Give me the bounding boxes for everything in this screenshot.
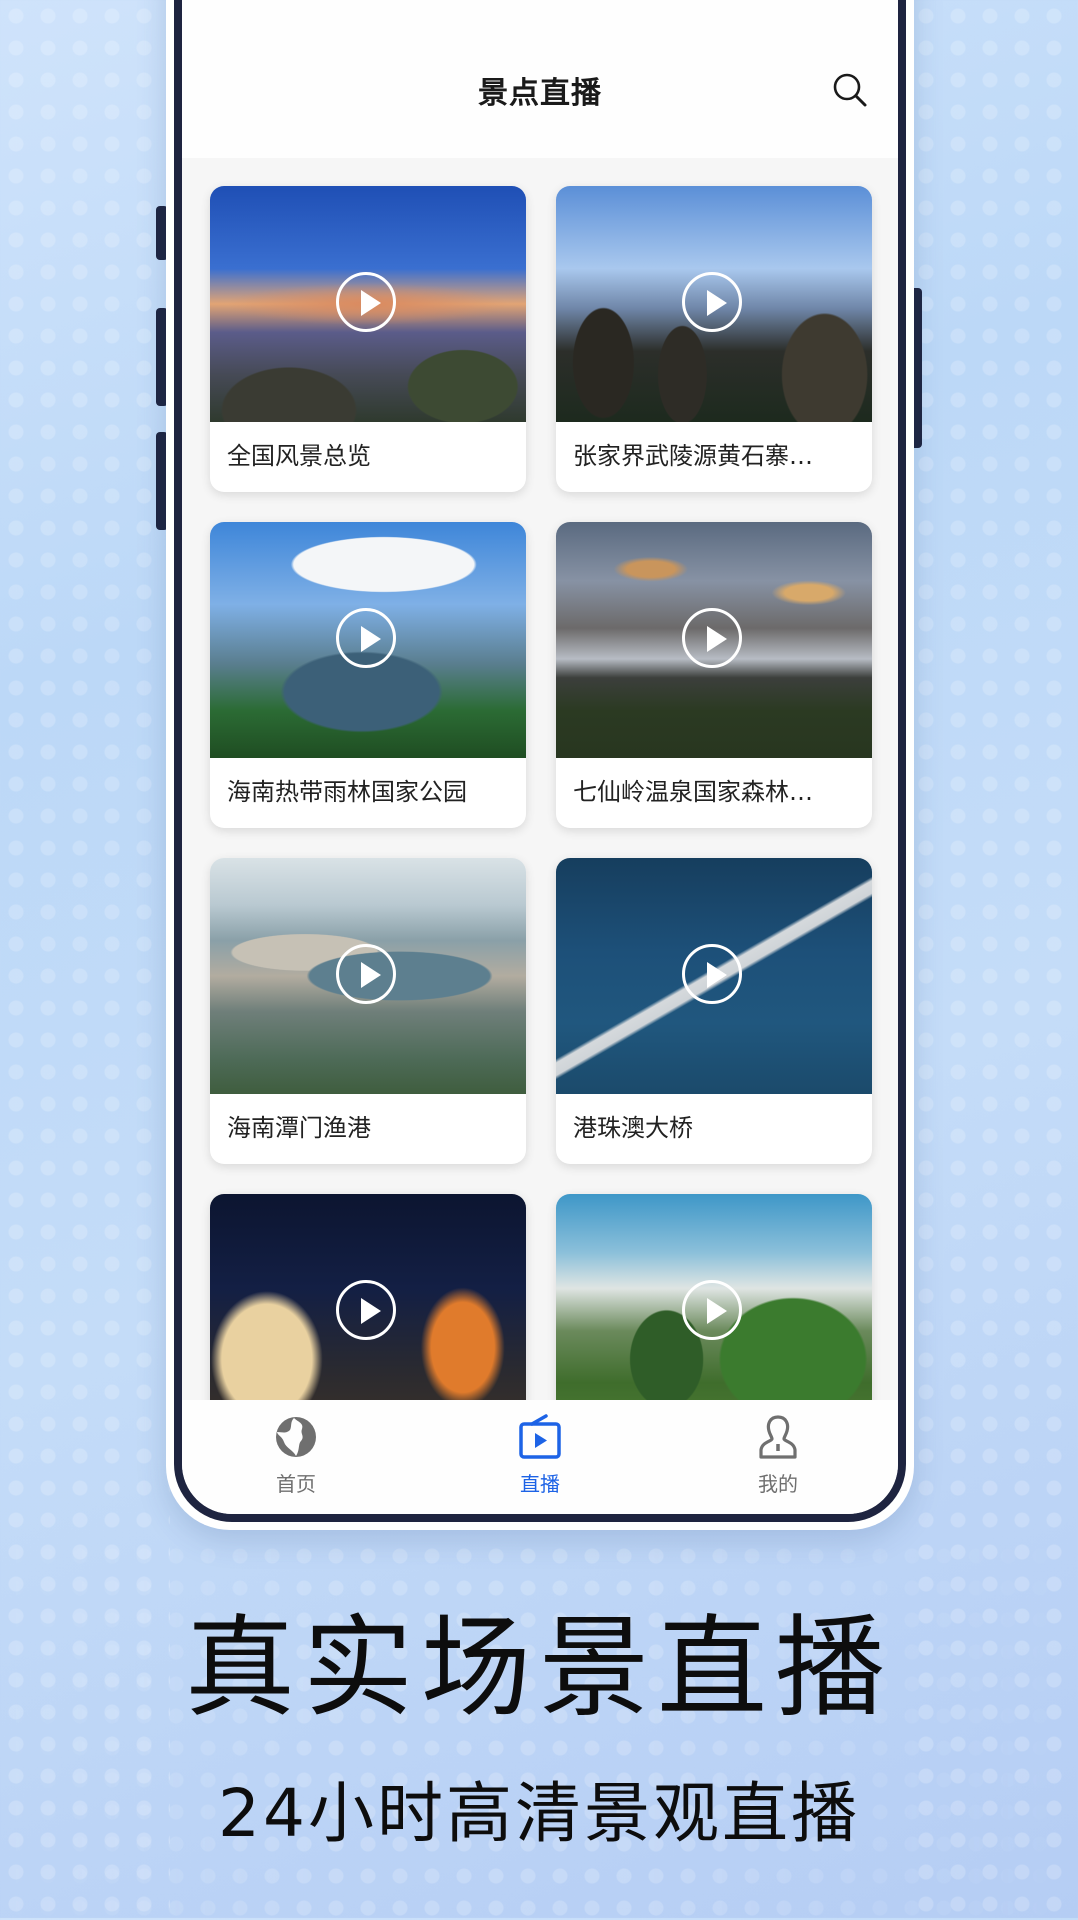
play-icon[interactable] [336, 1280, 396, 1340]
scenic-card[interactable]: 全国风景总览 [210, 186, 526, 492]
play-icon[interactable] [682, 608, 742, 668]
scenic-card[interactable]: 张家界武陵源黄石寨… [556, 186, 872, 492]
play-icon[interactable] [682, 272, 742, 332]
tab-live-label: 直播 [520, 1472, 560, 1496]
play-icon[interactable] [336, 944, 396, 1004]
card-title: 海南潭门渔港 [227, 1114, 371, 1142]
play-icon[interactable] [336, 608, 396, 668]
card-title: 七仙岭温泉国家森林… [573, 778, 813, 806]
card-title: 港珠澳大桥 [573, 1114, 693, 1142]
bottom-tab-bar: 首页 直播 我的 [182, 1400, 898, 1514]
card-title: 张家界武陵源黄石寨… [573, 442, 813, 470]
tab-live[interactable]: 直播 [480, 1408, 600, 1498]
promo-headline: 真实场景直播 [185, 1604, 893, 1732]
scenic-card[interactable]: 七仙岭温泉国家森林… [556, 522, 872, 828]
card-title: 全国风景总览 [227, 442, 371, 470]
user-icon [759, 1415, 797, 1459]
tab-home-label: 首页 [276, 1472, 316, 1496]
card-title: 海南热带雨林国家公园 [227, 778, 467, 806]
tab-mine[interactable]: 我的 [718, 1408, 838, 1498]
play-icon[interactable] [682, 1280, 742, 1340]
tab-mine-label: 我的 [758, 1472, 798, 1496]
globe-icon [276, 1417, 316, 1457]
live-tv-icon [519, 1414, 561, 1459]
tab-home[interactable]: 首页 [236, 1408, 356, 1498]
search-icon[interactable] [832, 72, 868, 108]
app-header: 景点直播 [182, 0, 898, 158]
play-icon[interactable] [682, 944, 742, 1004]
phone-screen: 景点直播 全国风景总览 张家界武陵源黄石寨… 海南热带雨林国家公园 七仙岭温泉国… [182, 0, 898, 1514]
scenic-card[interactable]: 港珠澳大桥 [556, 858, 872, 1164]
scenic-card[interactable]: 海南热带雨林国家公园 [210, 522, 526, 828]
scenic-card[interactable]: 海南潭门渔港 [210, 858, 526, 1164]
page-title: 景点直播 [478, 76, 602, 111]
promo-subline: 24小时高清景观直播 [218, 1775, 860, 1852]
play-icon[interactable] [336, 272, 396, 332]
